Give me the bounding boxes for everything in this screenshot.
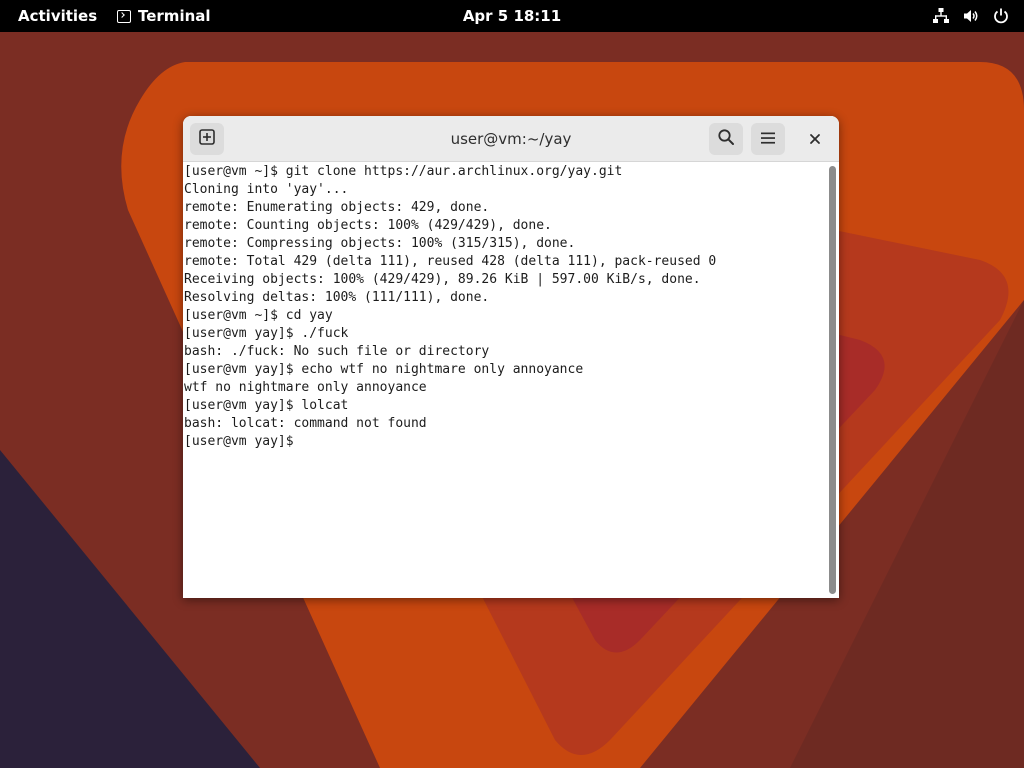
main-menu-button[interactable] bbox=[751, 123, 785, 155]
terminal-line: bash: ./fuck: No such file or directory bbox=[184, 344, 490, 359]
new-tab-icon bbox=[199, 129, 215, 149]
terminal-line: [user@vm ~]$ cd yay bbox=[184, 308, 333, 323]
power-icon[interactable] bbox=[992, 7, 1010, 25]
activities-button[interactable]: Activities bbox=[18, 6, 97, 26]
terminal-line: remote: Counting objects: 100% (429/429)… bbox=[184, 218, 552, 233]
close-icon bbox=[809, 130, 821, 149]
search-icon bbox=[717, 128, 735, 150]
network-wired-icon[interactable] bbox=[932, 7, 950, 25]
terminal-line: [user@vm yay]$ echo wtf no nightmare onl… bbox=[184, 362, 584, 377]
terminal-line: Cloning into 'yay'... bbox=[184, 182, 349, 197]
window-headerbar[interactable]: user@vm:~/yay bbox=[183, 116, 839, 162]
terminal-line: Resolving deltas: 100% (111/111), done. bbox=[184, 290, 490, 305]
new-tab-button[interactable] bbox=[190, 123, 224, 155]
close-button[interactable] bbox=[803, 127, 827, 151]
system-tray[interactable] bbox=[932, 6, 1010, 26]
terminal-line: remote: Total 429 (delta 111), reused 42… bbox=[184, 254, 717, 269]
scrollbar-thumb[interactable] bbox=[829, 166, 836, 594]
app-menu-button[interactable]: Terminal bbox=[117, 6, 211, 26]
terminal-scrollbar[interactable] bbox=[827, 163, 839, 598]
desktop: Activities Terminal Apr 5 18:11 user@vm:… bbox=[0, 0, 1024, 768]
app-menu-label: Terminal bbox=[138, 7, 211, 25]
volume-icon[interactable] bbox=[962, 7, 980, 25]
terminal-line: Receiving objects: 100% (429/429), 89.26… bbox=[184, 272, 701, 287]
clock-button[interactable]: Apr 5 18:11 bbox=[463, 7, 561, 25]
terminal-window[interactable]: user@vm:~/yay [user@vm ~]$ git clone htt… bbox=[183, 116, 839, 598]
terminal-prompt: [user@vm yay]$ bbox=[184, 434, 302, 449]
top-bar: Activities Terminal Apr 5 18:11 bbox=[0, 0, 1024, 32]
hamburger-menu-icon bbox=[760, 130, 776, 149]
terminal-output: [user@vm ~]$ git clone https://aur.archl… bbox=[183, 163, 827, 451]
terminal-content[interactable]: [user@vm ~]$ git clone https://aur.archl… bbox=[183, 163, 827, 598]
window-title: user@vm:~/yay bbox=[450, 130, 572, 148]
terminal-line: [user@vm ~]$ git clone https://aur.archl… bbox=[184, 164, 623, 179]
terminal-prompt-line: [user@vm yay]$ bbox=[183, 433, 827, 451]
terminal-line: remote: Enumerating objects: 429, done. bbox=[184, 200, 490, 215]
terminal-line: remote: Compressing objects: 100% (315/3… bbox=[184, 236, 576, 251]
terminal-cursor bbox=[301, 433, 309, 448]
terminal-line: wtf no nightmare only annoyance bbox=[184, 380, 427, 395]
terminal-line: bash: lolcat: command not found bbox=[184, 416, 427, 431]
search-button[interactable] bbox=[709, 123, 743, 155]
terminal-icon bbox=[117, 9, 131, 23]
terminal-line: [user@vm yay]$ ./fuck bbox=[184, 326, 349, 341]
terminal-line: [user@vm yay]$ lolcat bbox=[184, 398, 349, 413]
